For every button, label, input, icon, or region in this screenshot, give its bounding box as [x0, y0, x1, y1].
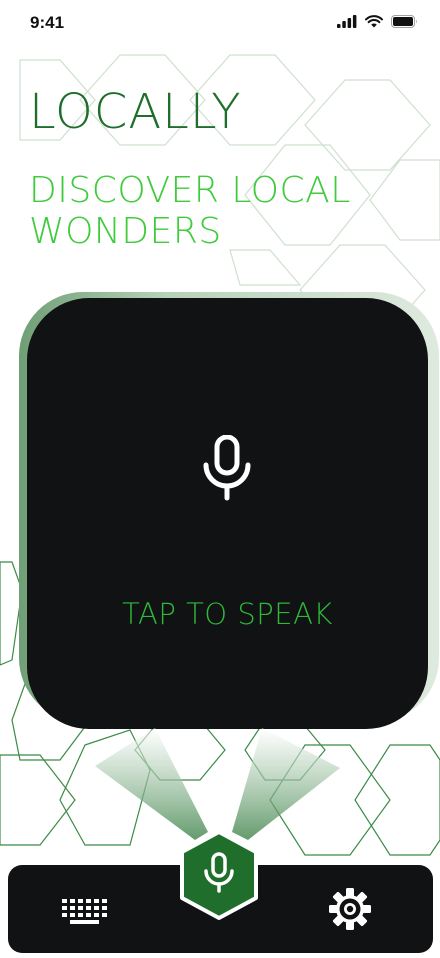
gear-icon[interactable] — [326, 885, 374, 933]
keyboard-icon[interactable] — [56, 891, 116, 931]
status-time: 9:41 — [30, 13, 65, 32]
battery-icon — [391, 15, 417, 28]
voice-input-card[interactable]: TAP TO SPEAK — [27, 298, 428, 729]
wifi-icon — [365, 15, 383, 28]
status-bar: 9:41 — [0, 0, 440, 48]
app-title: LOCALLY — [29, 84, 242, 140]
app-subtitle: DISCOVER LOCAL WONDERS — [29, 170, 351, 252]
mic-fab-button[interactable] — [178, 830, 260, 920]
tap-to-speak-label: TAP TO SPEAK — [122, 597, 333, 631]
microphone-icon — [203, 435, 251, 501]
cellular-signal-icon — [337, 15, 357, 28]
status-icons — [337, 15, 418, 28]
